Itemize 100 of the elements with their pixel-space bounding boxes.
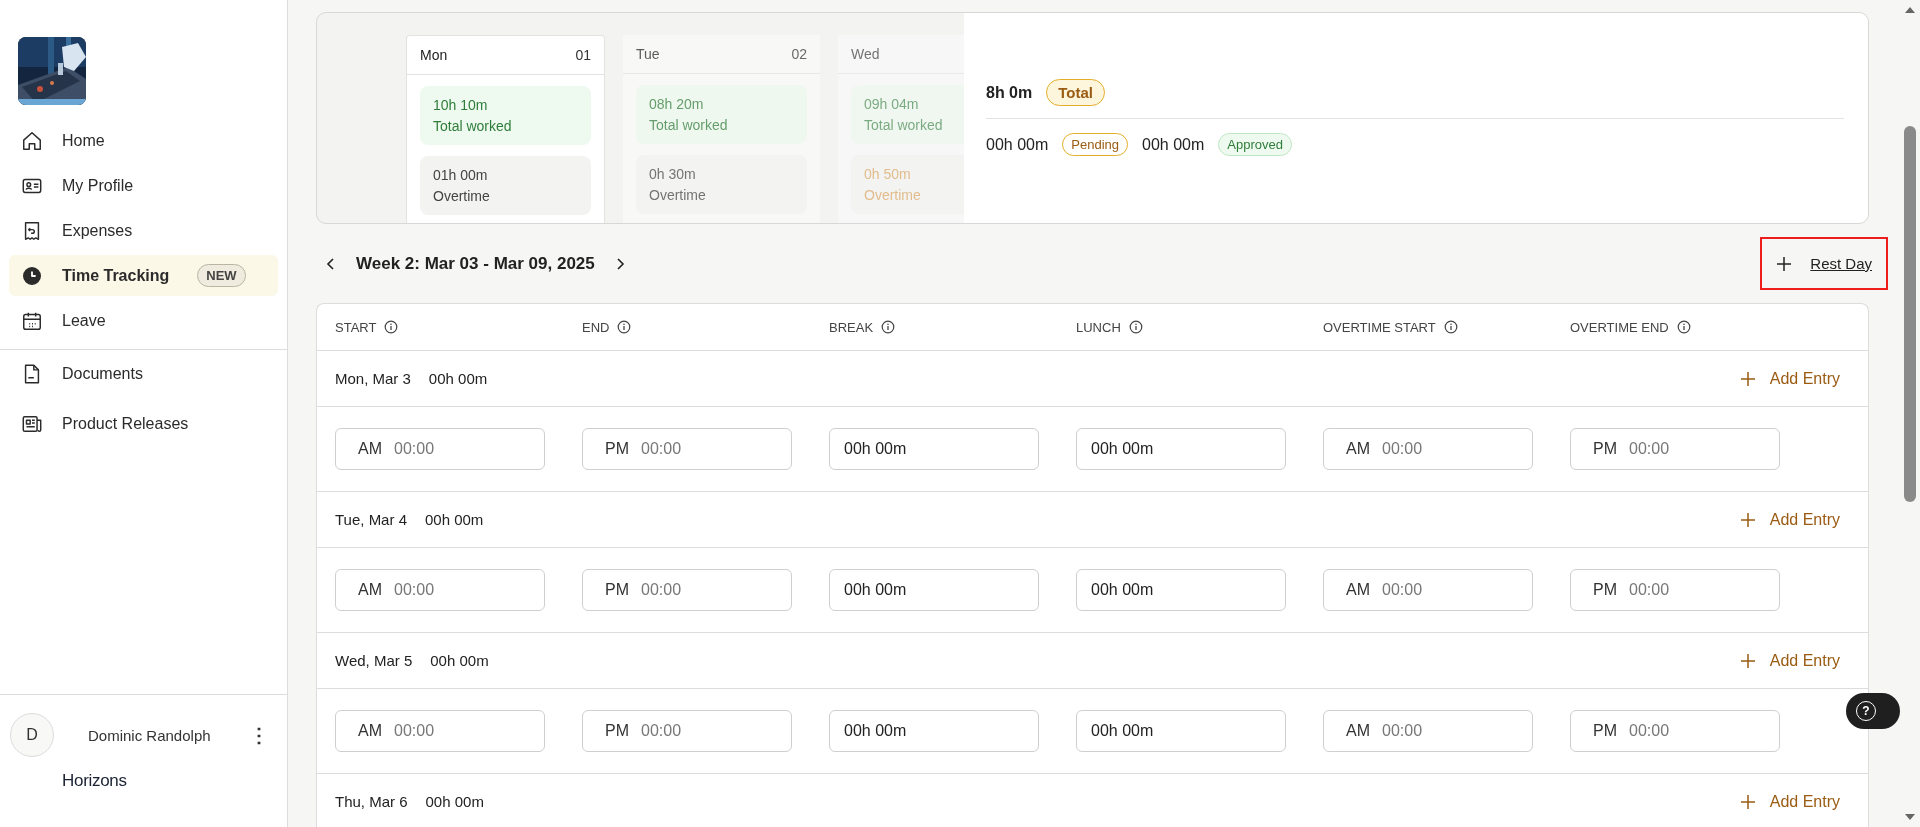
info-icon[interactable] xyxy=(1443,320,1458,334)
day-label: Thu, Mar 6 xyxy=(335,793,408,810)
time-input[interactable]: 00:00 xyxy=(641,581,741,599)
more-menu-button[interactable]: ⋮ xyxy=(243,723,275,747)
plus-icon xyxy=(1739,511,1756,528)
worked-label: Total worked xyxy=(864,117,944,133)
time-field[interactable]: PM 00:00 xyxy=(1570,428,1780,470)
sidebar-item[interactable]: Expenses xyxy=(9,210,278,251)
column-header: LUNCH xyxy=(1076,319,1121,335)
rest-day-button[interactable]: Rest Day xyxy=(1774,249,1874,278)
info-icon[interactable] xyxy=(881,320,896,334)
time-field[interactable]: AM 00:00 xyxy=(1323,569,1533,611)
worked-value: 08h 20m xyxy=(649,96,705,112)
day-total: 00h 00m xyxy=(430,652,489,669)
time-field[interactable]: 00h 00m xyxy=(1076,710,1286,752)
home-icon xyxy=(21,129,43,152)
time-field[interactable]: PM 00:00 xyxy=(582,569,792,611)
day-card[interactable]: Tue 02 08h 20m Total worked 0h 30m Overtime xyxy=(623,35,820,223)
time-field[interactable]: AM 00:00 xyxy=(1323,710,1533,752)
time-input[interactable]: 00:00 xyxy=(1382,722,1482,740)
column-header: START xyxy=(335,319,377,335)
add-entry-button[interactable]: Add Entry xyxy=(1733,650,1846,671)
overtime-value: 0h 30m xyxy=(649,166,697,182)
time-input[interactable]: 00:00 xyxy=(1382,440,1482,458)
scroll-up-icon[interactable] xyxy=(1904,6,1916,14)
time-field[interactable]: 00h 00m xyxy=(829,569,1039,611)
sidebar-item[interactable]: Home xyxy=(9,120,278,161)
info-icon[interactable] xyxy=(617,320,632,334)
time-input[interactable]: 00h 00m xyxy=(1091,440,1191,458)
day-card[interactable]: Mon 01 10h 10m Total worked 01h 00m Overtime xyxy=(406,35,605,223)
time-field[interactable]: 00h 00m xyxy=(1076,569,1286,611)
scroll-thumb[interactable] xyxy=(1904,126,1916,502)
column-header: END xyxy=(582,319,610,335)
scroll-down-icon[interactable] xyxy=(1904,813,1916,821)
overtime-value: 01h 00m xyxy=(433,167,489,183)
total-value: 8h 0m xyxy=(986,83,1033,102)
day-name: Mon xyxy=(420,47,448,63)
plus-icon xyxy=(1739,652,1756,669)
day-number: 02 xyxy=(791,46,807,62)
new-badge: NEW xyxy=(197,264,246,287)
sidebar-item[interactable]: Leave xyxy=(9,300,278,341)
time-input[interactable]: 00h 00m xyxy=(844,440,944,458)
status-value: 00h 00m xyxy=(986,135,1049,154)
add-entry-button[interactable]: Add Entry xyxy=(1733,509,1846,530)
time-field[interactable]: 00h 00m xyxy=(1076,428,1286,470)
sidebar-item[interactable]: Time Tracking NEW xyxy=(9,255,278,296)
info-icon[interactable] xyxy=(384,320,399,334)
time-field[interactable]: 00h 00m xyxy=(829,710,1039,752)
add-entry-button[interactable]: Add Entry xyxy=(1733,791,1846,812)
worked-value: 10h 10m xyxy=(433,97,489,113)
time-input[interactable]: 00h 00m xyxy=(1091,581,1191,599)
time-input[interactable]: 00:00 xyxy=(1382,581,1482,599)
day-number: 01 xyxy=(575,47,591,63)
plus-icon xyxy=(1776,255,1793,272)
plus-icon xyxy=(1739,370,1756,387)
sidebar-item[interactable]: My Profile xyxy=(9,165,278,206)
brand-logo: Horizons xyxy=(62,771,128,791)
time-input[interactable]: 00:00 xyxy=(394,722,494,740)
status-value: 00h 00m xyxy=(1142,135,1205,154)
time-input[interactable]: 00:00 xyxy=(1629,722,1729,740)
clock-icon xyxy=(21,264,43,287)
time-field[interactable]: AM 00:00 xyxy=(335,710,545,752)
column-header: OVERTIME END xyxy=(1570,319,1669,335)
add-entry-button[interactable]: Add Entry xyxy=(1733,368,1846,389)
time-field[interactable]: PM 00:00 xyxy=(582,428,792,470)
time-input[interactable]: 00:00 xyxy=(394,440,494,458)
overtime-label: Overtime xyxy=(433,188,491,204)
time-field[interactable]: PM 00:00 xyxy=(582,710,792,752)
time-field[interactable]: AM 00:00 xyxy=(335,428,545,470)
time-field[interactable]: PM 00:00 xyxy=(1570,710,1780,752)
info-icon[interactable] xyxy=(1128,320,1143,334)
time-input[interactable]: 00h 00m xyxy=(844,581,944,599)
time-input[interactable]: 00:00 xyxy=(641,440,741,458)
info-icon[interactable] xyxy=(1676,320,1691,334)
time-field[interactable]: AM 00:00 xyxy=(335,569,545,611)
status-badge: Pending xyxy=(1062,133,1128,156)
sidebar-item[interactable]: Product Releases xyxy=(9,402,278,446)
column-header: OVERTIME START xyxy=(1323,319,1436,335)
time-field[interactable]: PM 00:00 xyxy=(1570,569,1780,611)
time-input[interactable]: 00:00 xyxy=(1629,581,1729,599)
time-input[interactable]: 00:00 xyxy=(641,722,741,740)
day-total: 00h 00m xyxy=(424,511,484,528)
sidebar-item[interactable]: Documents xyxy=(9,352,278,396)
worked-label: Total worked xyxy=(433,118,513,134)
time-input[interactable]: 00:00 xyxy=(394,581,494,599)
day-total: 00h 00m xyxy=(428,370,488,387)
total-badge: Total xyxy=(1046,79,1105,106)
time-field[interactable]: 00h 00m xyxy=(829,428,1039,470)
day-name: Tue xyxy=(636,46,660,62)
time-input[interactable]: 00h 00m xyxy=(1091,722,1191,740)
status-badge: Approved xyxy=(1218,133,1292,156)
help-button[interactable]: ? xyxy=(1846,693,1900,729)
time-input[interactable]: 00:00 xyxy=(1629,440,1729,458)
worked-value: 09h 04m xyxy=(864,96,920,112)
week-title: Week 2: Mar 03 - Mar 09, 2025 xyxy=(356,253,595,274)
day-label: Tue, Mar 4 xyxy=(335,511,407,528)
news-icon xyxy=(21,413,43,435)
overtime-label: Overtime xyxy=(864,187,922,203)
time-field[interactable]: AM 00:00 xyxy=(1323,428,1533,470)
time-input[interactable]: 00h 00m xyxy=(844,722,944,740)
